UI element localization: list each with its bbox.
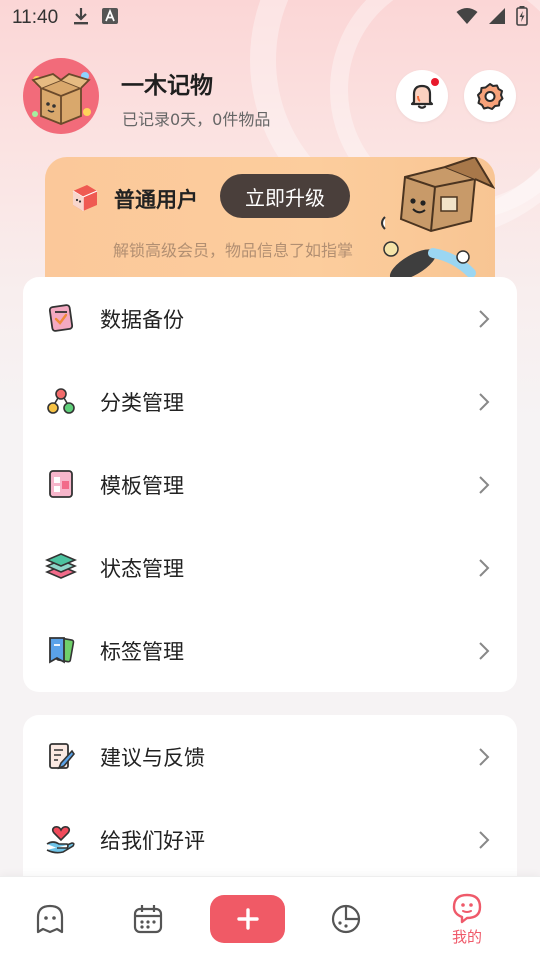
menu-item-template[interactable]: 模板管理 [23,443,517,526]
menu-item-status[interactable]: 状态管理 [23,526,517,609]
heart-hand-icon [45,823,77,855]
chevron-right-icon [479,558,490,577]
menu-label: 模板管理 [100,473,184,498]
keyboard-a-icon [102,8,119,28]
nav-home[interactable] [0,877,104,960]
menu-label: 分类管理 [100,390,184,415]
download-icon [72,6,90,30]
notification-dot [431,78,439,86]
skateboard-mascot-icon [381,157,495,281]
menu-item-rate-us[interactable]: 给我们好评 [23,798,517,881]
chevron-right-icon [479,392,490,411]
menu-label: 标签管理 [100,639,184,664]
app-title: 一木记物 [121,73,213,99]
box-mascot-icon [31,72,91,125]
nav-stats[interactable] [292,877,400,960]
settings-menu-card: 数据备份 分类管理 模板管理 状态管理 标签管理 [23,277,517,692]
signal-icon [488,7,506,29]
membership-level: 普通用户 [114,188,198,212]
settings-button[interactable] [464,70,516,122]
wifi-icon [456,7,478,29]
menu-item-tags[interactable]: 标签管理 [23,609,517,692]
home-icon [36,904,64,934]
add-icon [236,908,259,930]
gear-icon [477,83,504,110]
chevron-right-icon [479,475,490,494]
calendar-icon [133,905,163,934]
add-item-button[interactable] [210,895,285,943]
layers-icon [45,551,77,583]
feedback-icon [45,740,77,772]
status-bar: 11:40 [0,0,540,36]
backup-icon [45,302,77,334]
bottom-nav: 我的 [0,876,540,960]
template-icon [45,468,77,500]
battery-charging-icon [516,6,528,30]
status-time: 11:40 [12,7,59,28]
menu-label: 状态管理 [100,556,184,581]
chevron-right-icon [479,747,490,766]
category-tree-icon [45,385,77,417]
menu-item-feedback[interactable]: 建议与反馈 [23,715,517,798]
nav-mine[interactable]: 我的 [413,877,521,960]
upgrade-button[interactable]: 立即升级 [220,174,350,218]
menu-item-data-backup[interactable]: 数据备份 [23,277,517,360]
tag-icon [45,634,77,666]
menu-item-category[interactable]: 分类管理 [23,360,517,443]
record-summary: 已记录0天，0件物品 [122,110,271,129]
bell-icon [410,84,434,109]
menu-label: 给我们好评 [100,828,205,853]
mine-icon [452,893,482,923]
stats-icon [331,904,361,934]
chevron-right-icon [479,641,490,660]
vip-description: 解锁高级会员，物品信息了如指掌 [113,241,354,260]
menu-label: 数据备份 [100,307,184,332]
avatar[interactable] [23,58,99,134]
chevron-right-icon [479,830,490,849]
nav-mine-label: 我的 [451,927,482,946]
nav-calendar[interactable] [94,877,202,960]
gift-box-icon [72,185,98,211]
notification-button[interactable] [396,70,448,122]
menu-label: 建议与反馈 [100,745,205,770]
vip-banner[interactable]: 普通用户 立即升级 解锁高级会员，物品信息了如指掌 [45,157,495,297]
chevron-right-icon [479,309,490,328]
